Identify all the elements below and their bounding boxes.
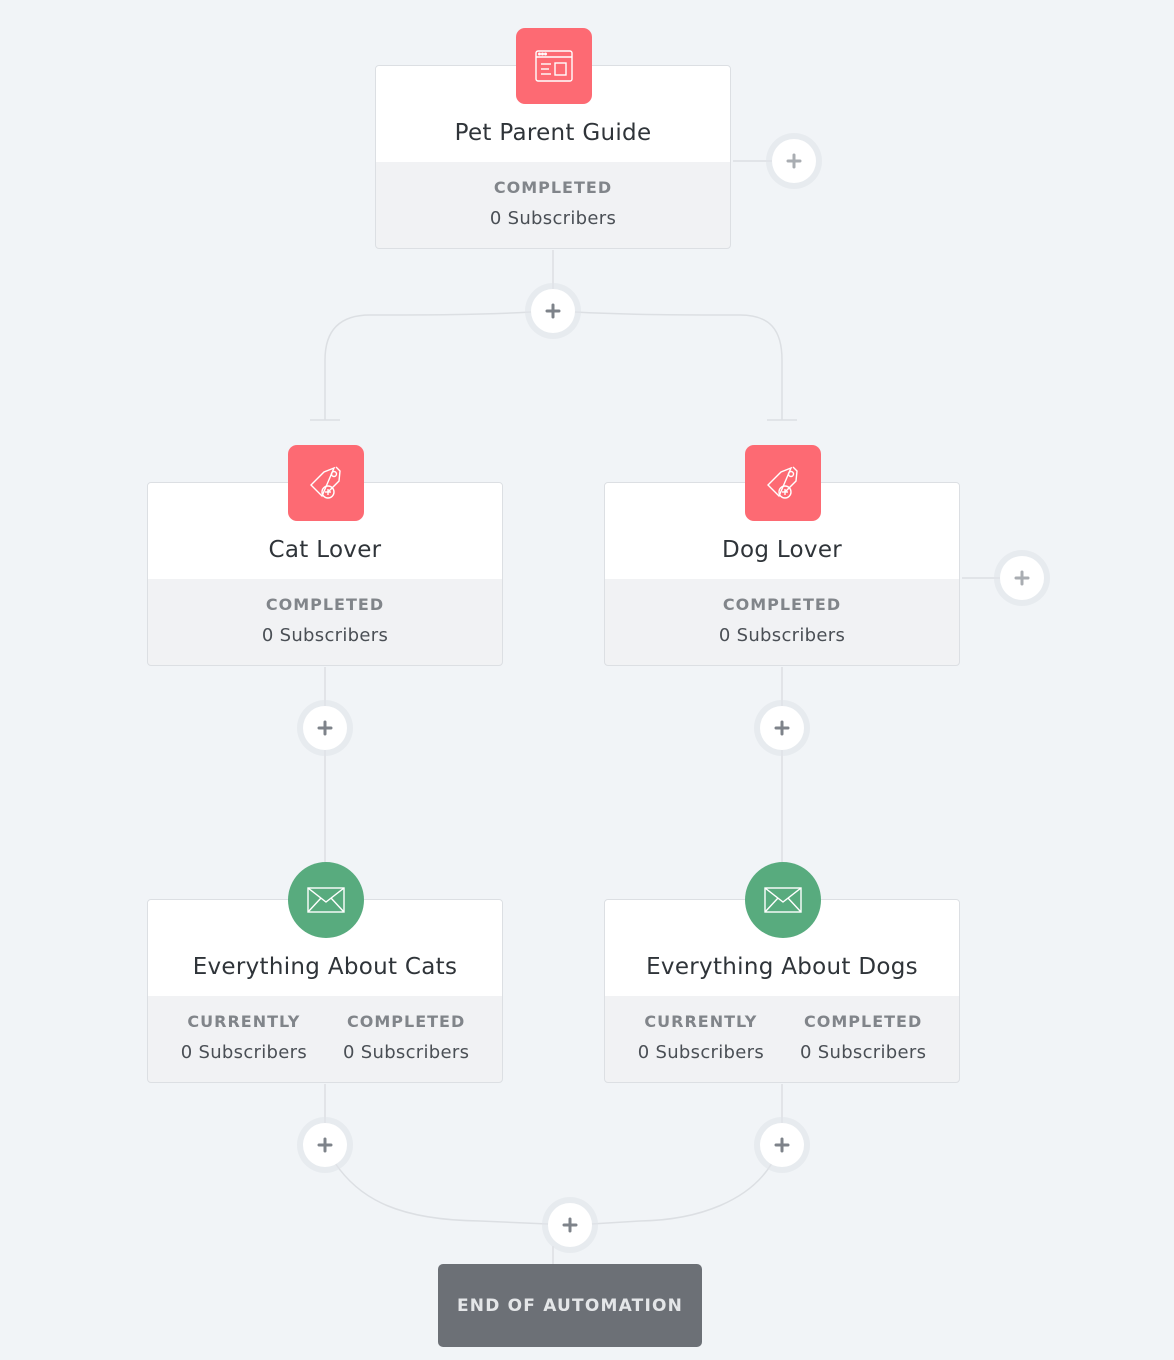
add-tag-icon <box>745 445 821 521</box>
add-step-button-branch-right[interactable] <box>772 139 816 183</box>
add-step-button-dog[interactable] <box>760 706 804 750</box>
node-stats: COMPLETED 0 Subscribers <box>148 579 502 665</box>
stat-value: 0 Subscribers <box>637 1042 764 1063</box>
plus-icon <box>545 303 561 319</box>
add-step-button-dog-right[interactable] <box>1000 556 1044 600</box>
plus-icon <box>786 153 802 169</box>
stat-label: COMPLETED <box>722 595 842 614</box>
stat-value: 0 Subscribers <box>343 1042 470 1063</box>
stat-completed: COMPLETED 0 Subscribers <box>343 996 469 1082</box>
stat-label: COMPLETED <box>804 1012 923 1031</box>
node-title: Cat Lover <box>268 537 382 563</box>
plus-icon <box>774 720 790 736</box>
add-step-button-split[interactable] <box>531 289 575 333</box>
stat-currently: CURRENTLY 0 Subscribers <box>181 996 307 1082</box>
node-stats: COMPLETED 0 Subscribers <box>376 162 730 248</box>
stat-value: 0 Subscribers <box>261 625 389 646</box>
plus-icon <box>317 1137 333 1153</box>
stat-value: 0 Subscribers <box>489 208 617 229</box>
stat-value: 0 Subscribers <box>180 1042 307 1063</box>
form-window-icon <box>516 28 592 104</box>
node-title: Everything About Cats <box>192 954 458 980</box>
add-tag-icon <box>288 445 364 521</box>
stat-completed: COMPLETED 0 Subscribers <box>800 996 926 1082</box>
plus-icon <box>774 1137 790 1153</box>
node-stats: COMPLETED 0 Subscribers <box>605 579 959 665</box>
node-title: Everything About Dogs <box>646 954 918 980</box>
node-title: Pet Parent Guide <box>454 120 652 146</box>
add-step-button-after-cats[interactable] <box>303 1123 347 1167</box>
node-stats: CURRENTLY 0 Subscribers COMPLETED 0 Subs… <box>605 996 959 1082</box>
add-step-button-after-dogs[interactable] <box>760 1123 804 1167</box>
stat-completed: COMPLETED 0 Subscribers <box>262 579 388 665</box>
stat-completed: COMPLETED 0 Subscribers <box>490 162 616 248</box>
node-title: Dog Lover <box>721 537 843 563</box>
envelope-icon <box>745 862 821 938</box>
stat-value: 0 Subscribers <box>800 1042 927 1063</box>
stat-value: 0 Subscribers <box>718 625 846 646</box>
add-step-button-merge[interactable] <box>548 1203 592 1247</box>
stat-label: CURRENTLY <box>187 1012 301 1031</box>
node-stats: CURRENTLY 0 Subscribers COMPLETED 0 Subs… <box>148 996 502 1082</box>
plus-icon <box>317 720 333 736</box>
stat-label: CURRENTLY <box>644 1012 758 1031</box>
stat-label: COMPLETED <box>347 1012 466 1031</box>
add-step-button-cat[interactable] <box>303 706 347 750</box>
stat-label: COMPLETED <box>265 595 385 614</box>
stat-label: COMPLETED <box>493 178 613 197</box>
plus-icon <box>1014 570 1030 586</box>
plus-icon <box>562 1217 578 1233</box>
end-of-automation[interactable]: END OF AUTOMATION <box>438 1264 702 1347</box>
stat-completed: COMPLETED 0 Subscribers <box>719 579 845 665</box>
envelope-icon <box>288 862 364 938</box>
stat-currently: CURRENTLY 0 Subscribers <box>638 996 764 1082</box>
